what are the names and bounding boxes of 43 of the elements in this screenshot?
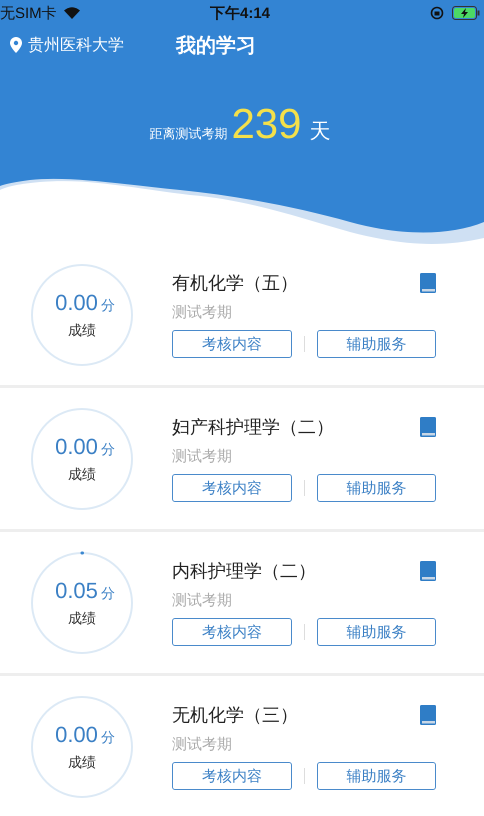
assessment-content-button[interactable]: 考核内容 (172, 330, 292, 358)
score-unit: 分 (100, 440, 115, 458)
score-value: 0.00 (55, 290, 98, 316)
battery-icon (452, 6, 480, 20)
exam-term: 测试考期 (172, 735, 233, 754)
rotation-lock-icon (430, 6, 444, 20)
location-label[interactable]: 贵州医科大学 (28, 34, 124, 56)
support-services-button[interactable]: 辅助服务 (316, 474, 436, 502)
course-name[interactable]: 无机化学（三） (172, 703, 298, 727)
carrier-label: 无SIM卡 (0, 4, 57, 22)
countdown-unit: 天 (310, 119, 331, 145)
assessment-content-button[interactable]: 考核内容 (172, 474, 292, 502)
wifi-icon (62, 6, 81, 20)
support-services-button[interactable]: 辅助服务 (316, 330, 436, 358)
assessment-content-button[interactable]: 考核内容 (172, 762, 292, 790)
score-label: 成绩 (68, 610, 96, 628)
score-label: 成绩 (68, 754, 96, 772)
book-icon[interactable] (420, 705, 436, 725)
location-pin-icon (10, 37, 22, 53)
score-label: 成绩 (68, 466, 96, 484)
score-unit: 分 (100, 728, 115, 746)
score-label: 成绩 (68, 322, 96, 340)
course-name[interactable]: 妇产科护理学（二） (172, 415, 334, 439)
exam-term: 测试考期 (172, 303, 233, 322)
course-name[interactable]: 有机化学（五） (172, 271, 298, 295)
countdown-label: 距离测试考期 (149, 125, 228, 143)
exam-term: 测试考期 (172, 591, 233, 610)
book-icon[interactable] (420, 417, 436, 437)
exam-term: 测试考期 (172, 447, 233, 466)
score-value: 0.00 (55, 434, 98, 460)
assessment-content-button[interactable]: 考核内容 (172, 618, 292, 646)
score-unit: 分 (100, 296, 115, 314)
page-title: 我的学习 (176, 34, 256, 58)
book-icon[interactable] (420, 273, 436, 293)
support-services-button[interactable]: 辅助服务 (316, 618, 436, 646)
book-icon[interactable] (420, 561, 436, 581)
score-value: 0.00 (55, 722, 98, 748)
support-services-button[interactable]: 辅助服务 (316, 762, 436, 790)
score-unit: 分 (100, 584, 115, 602)
score-value: 0.05 (55, 578, 98, 604)
countdown-days: 239 (231, 103, 302, 145)
course-name[interactable]: 内科护理学（二） (172, 559, 316, 583)
status-time: 下午4:14 (210, 4, 270, 22)
